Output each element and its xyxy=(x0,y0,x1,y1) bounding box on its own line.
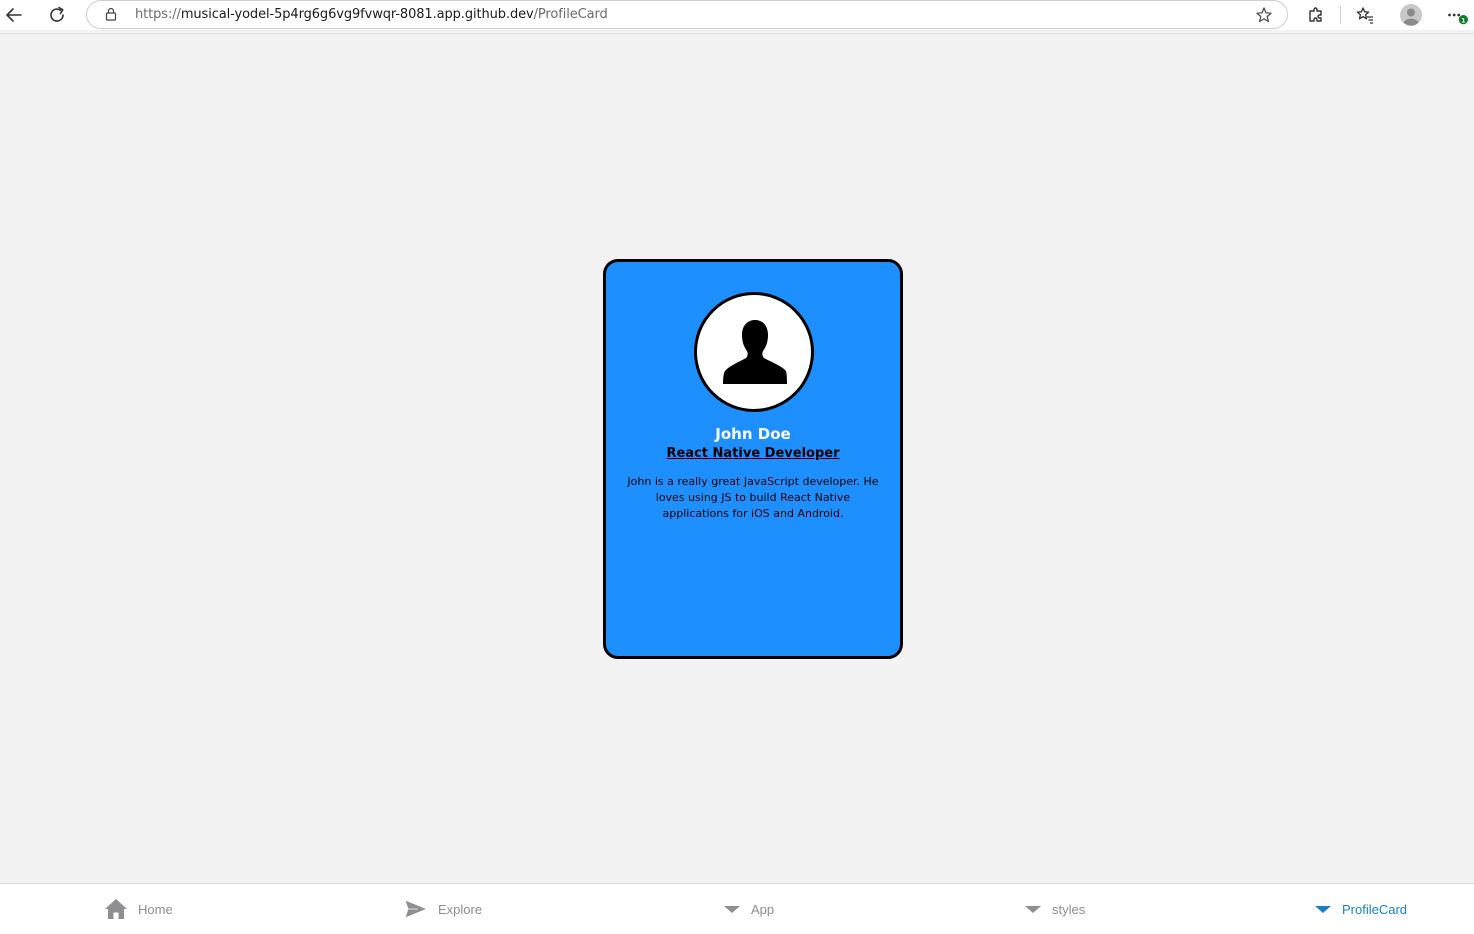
tab-styles-label: styles xyxy=(1052,901,1086,917)
caret-down-icon xyxy=(723,900,741,918)
favorite-star-icon[interactable] xyxy=(1255,6,1273,28)
profile-avatar-icon[interactable] xyxy=(1399,3,1423,27)
refresh-icon[interactable] xyxy=(45,3,69,27)
person-silhouette-icon xyxy=(723,320,787,384)
tab-home-label: Home xyxy=(138,901,173,917)
profile-card: John Doe React Native Developer John is … xyxy=(603,259,903,659)
profile-avatar xyxy=(694,292,814,412)
caret-down-icon xyxy=(1314,900,1332,918)
home-icon xyxy=(104,898,128,920)
back-arrow-icon[interactable] xyxy=(2,3,26,27)
tab-app-label: App xyxy=(751,901,775,917)
send-icon xyxy=(404,898,428,920)
tab-explore[interactable]: Explore xyxy=(404,884,482,934)
tab-home[interactable]: Home xyxy=(104,884,173,934)
profile-name: John Doe xyxy=(715,425,791,443)
browser-toolbar: https://musical-yodel-5p4rg6g6vg9fvwqr-8… xyxy=(0,0,1474,30)
profile-description: John is a really great JavaScript develo… xyxy=(627,475,879,520)
bottom-tab-bar: Home Explore App styles ProfileCard xyxy=(0,883,1474,934)
caret-down-icon xyxy=(1024,900,1042,918)
tab-profilecard-label: ProfileCard xyxy=(1342,901,1408,917)
tab-profilecard[interactable]: ProfileCard xyxy=(1314,884,1407,934)
more-menu-icon[interactable]: 1 xyxy=(1444,3,1468,27)
favorites-icon[interactable] xyxy=(1353,3,1377,27)
address-bar[interactable]: https://musical-yodel-5p4rg6g6vg9fvwqr-8… xyxy=(86,0,1288,29)
url-path: /ProfileCard xyxy=(533,7,608,22)
lock-icon[interactable] xyxy=(103,6,119,26)
toolbar-separator xyxy=(1340,6,1341,24)
tab-styles[interactable]: styles xyxy=(1024,884,1085,934)
tab-explore-label: Explore xyxy=(438,901,483,917)
extensions-icon[interactable] xyxy=(1304,3,1328,27)
toolbar-divider xyxy=(0,33,1474,34)
url-scheme: https:// xyxy=(135,7,181,22)
tab-app[interactable]: App xyxy=(723,884,774,934)
url-text[interactable]: https://musical-yodel-5p4rg6g6vg9fvwqr-8… xyxy=(135,7,608,22)
notification-badge: 1 xyxy=(1461,16,1466,24)
profile-occupation: React Native Developer xyxy=(666,446,840,461)
url-host: musical-yodel-5p4rg6g6vg9fvwqr-8081.app.… xyxy=(180,7,534,22)
